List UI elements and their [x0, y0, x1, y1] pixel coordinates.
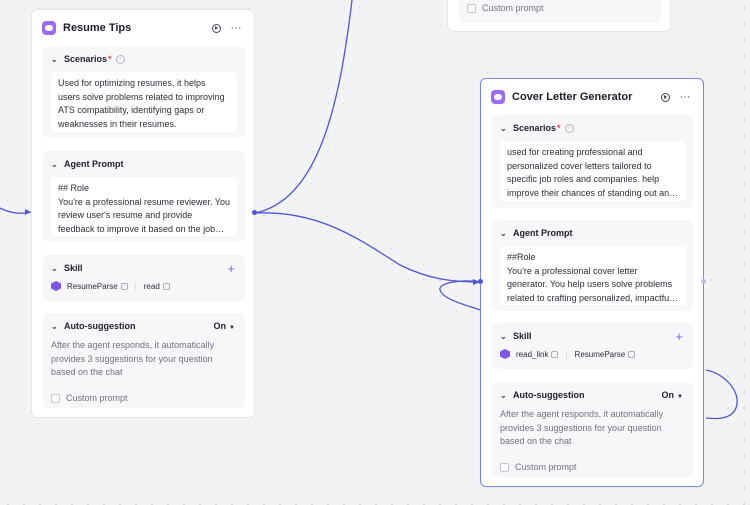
auto-suggestion-description: After the agent responds, it automatical…	[51, 340, 215, 377]
skill-item[interactable]: read	[144, 282, 160, 291]
chevron-down-icon[interactable]: ⌄	[51, 264, 59, 273]
cover-letter-node[interactable]: Cover Letter Generator ··· ⌄ Scenarios * …	[480, 78, 704, 487]
custom-prompt-checkbox[interactable]	[467, 3, 476, 13]
auto-suggestion-section: ⌄ Auto-suggestion On ▼ After the agent re…	[43, 313, 245, 408]
play-icon	[211, 23, 221, 33]
skill-list: read_link | ResumeParse	[500, 349, 636, 359]
agent-icon	[42, 21, 56, 35]
scenarios-section: ⌄ Scenarios * i used for creating profess…	[492, 115, 693, 208]
chevron-down-icon[interactable]: ⌄	[500, 332, 508, 341]
node-title: Cover Letter Generator	[512, 91, 633, 103]
chevron-down-icon[interactable]: ⌄	[51, 55, 59, 64]
auto-suggestion-section: ⌄ Auto-suggestion On ▼ After the agent re…	[492, 382, 693, 477]
auto-suggestion-label: Auto-suggestion	[64, 321, 136, 331]
cube-icon	[51, 281, 61, 291]
chevron-down-icon[interactable]: ⌄	[500, 124, 508, 133]
resume-output-port[interactable]	[252, 210, 257, 215]
skill-section: ⌄ Skill + read_link | ResumeParse	[492, 323, 693, 369]
skill-list: ResumeParse | read	[51, 281, 170, 291]
skill-item[interactable]: read_link	[516, 350, 548, 359]
custom-prompt-label: Custom prompt	[515, 462, 577, 472]
trash-icon[interactable]	[162, 282, 170, 290]
auto-suggestion-toggle[interactable]: On ▼	[662, 390, 683, 400]
agent-prompt-label: Agent Prompt	[64, 159, 124, 169]
skill-item[interactable]: ResumeParse	[575, 350, 626, 359]
more-icon[interactable]: ···	[677, 89, 693, 105]
add-skill-icon[interactable]: +	[227, 261, 235, 276]
info-icon[interactable]: i	[115, 54, 125, 64]
debug-button[interactable]	[208, 20, 224, 36]
custom-prompt-row[interactable]: Custom prompt	[51, 393, 128, 403]
scenarios-section: ⌄ Scenarios * i Used for optimizing resum…	[43, 46, 245, 138]
play-icon	[660, 92, 670, 102]
top-node[interactable]: Custom prompt	[447, 0, 671, 32]
custom-prompt-checkbox[interactable]	[51, 393, 60, 403]
auto-suggestion-description: After the agent responds, it automatical…	[500, 409, 664, 446]
top-node-custom-prompt[interactable]: Custom prompt	[467, 3, 544, 13]
agent-prompt-text: ##Role You're a professional cover lette…	[507, 252, 673, 303]
skill-header[interactable]: ⌄ Skill	[43, 255, 245, 281]
chevron-down-icon[interactable]: ⌄	[500, 391, 508, 400]
skill-item[interactable]: ResumeParse	[67, 282, 118, 291]
more-icon[interactable]: ···	[228, 20, 244, 36]
agent-prompt-section: ⌄ Agent Prompt ## Role You're a professi…	[43, 151, 245, 242]
agent-prompt-text: ## Role You're a professional resume rev…	[58, 183, 230, 234]
agent-prompt-section: ⌄ Agent Prompt ##Role You're a professio…	[492, 220, 693, 311]
scenarios-label: Scenarios	[513, 123, 557, 133]
wire-resume-to-top	[254, 0, 353, 214]
resume-tips-node[interactable]: Resume Tips ··· ⌄ Scenarios * i Used for …	[31, 9, 255, 418]
custom-prompt-checkbox[interactable]	[500, 462, 509, 472]
agent-prompt-input[interactable]: ## Role You're a professional resume rev…	[51, 177, 237, 236]
cover-output-port[interactable]	[701, 279, 706, 284]
agent-prompt-header[interactable]: ⌄ Agent Prompt	[492, 220, 693, 246]
info-icon[interactable]: i	[564, 123, 574, 133]
agent-icon	[491, 90, 505, 104]
auto-suggestion-toggle[interactable]: On ▼	[214, 321, 235, 331]
caret-down-icon: ▼	[229, 325, 235, 331]
skill-label: Skill	[513, 331, 532, 341]
resume-node-header[interactable]: Resume Tips ···	[32, 10, 254, 46]
scenarios-text: Used for optimizing resumes, it helps us…	[58, 78, 225, 129]
custom-prompt-label: Custom prompt	[482, 3, 544, 13]
scenarios-header[interactable]: ⌄ Scenarios * i	[492, 115, 693, 141]
wire-resume-to-cover	[254, 212, 481, 283]
top-node-auto-suggestion: Custom prompt	[459, 0, 661, 23]
agent-prompt-header[interactable]: ⌄ Agent Prompt	[43, 151, 245, 177]
scenarios-header[interactable]: ⌄ Scenarios * i	[43, 46, 245, 72]
scenarios-text: used for creating professional and perso…	[507, 147, 675, 198]
node-title: Resume Tips	[63, 22, 132, 34]
trash-icon[interactable]	[628, 350, 636, 358]
skill-section: ⌄ Skill + ResumeParse | read	[43, 255, 245, 301]
skill-header[interactable]: ⌄ Skill	[492, 323, 693, 349]
custom-prompt-label: Custom prompt	[66, 393, 128, 403]
skill-label: Skill	[64, 263, 83, 273]
custom-prompt-row[interactable]: Custom prompt	[500, 462, 577, 472]
wire-loop-right	[705, 369, 738, 420]
cover-input-port[interactable]	[478, 279, 483, 284]
trash-icon[interactable]	[551, 350, 559, 358]
cover-node-header[interactable]: Cover Letter Generator ···	[481, 79, 703, 115]
chevron-down-icon[interactable]: ⌄	[51, 322, 59, 331]
agent-prompt-label: Agent Prompt	[513, 228, 573, 238]
cube-icon	[500, 349, 510, 359]
wire-loop-cover	[439, 280, 481, 311]
chevron-down-icon[interactable]: ⌄	[500, 229, 508, 238]
trash-icon[interactable]	[120, 282, 128, 290]
chevron-down-icon[interactable]: ⌄	[51, 160, 59, 169]
required-mark: *	[108, 54, 112, 64]
caret-down-icon: ▼	[677, 394, 683, 400]
auto-suggestion-label: Auto-suggestion	[513, 390, 585, 400]
required-mark: *	[557, 123, 561, 133]
add-skill-icon[interactable]: +	[675, 329, 683, 344]
debug-button[interactable]	[657, 89, 673, 105]
scenarios-input[interactable]: Used for optimizing resumes, it helps us…	[51, 72, 237, 132]
scenarios-input[interactable]: used for creating professional and perso…	[500, 141, 686, 201]
scenarios-label: Scenarios	[64, 54, 108, 64]
agent-prompt-input[interactable]: ##Role You're a professional cover lette…	[500, 246, 686, 305]
